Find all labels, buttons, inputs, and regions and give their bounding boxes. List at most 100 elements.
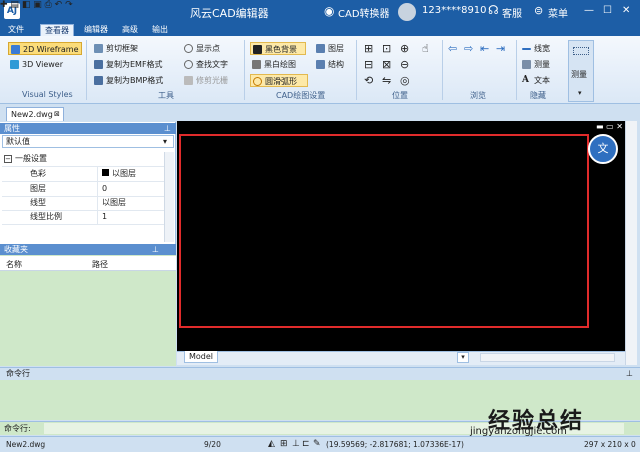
- open-icon[interactable]: ▤: [10, 0, 19, 10]
- pin-icon[interactable]: ⊥: [626, 368, 633, 380]
- property-row[interactable]: 图层 0: [2, 182, 164, 197]
- show-points-button[interactable]: 显示点: [182, 42, 220, 55]
- center-icon[interactable]: ⊠: [382, 58, 391, 71]
- tab-viewer[interactable]: 查看器: [40, 24, 74, 36]
- bw-drawing-button[interactable]: 黑白绘图: [250, 58, 296, 71]
- fit-icon[interactable]: ⊞: [364, 42, 373, 55]
- orbit-icon[interactable]: ◎: [400, 74, 410, 87]
- measure-large-label: 测量: [571, 70, 587, 79]
- arrow-right-icon[interactable]: ⇨: [464, 42, 473, 55]
- 2d-wireframe-label: 2D Wireframe: [23, 45, 79, 54]
- section-row[interactable]: − 一般设置: [2, 152, 164, 167]
- canvas-window-controls[interactable]: ▬ ▭ ✕: [596, 122, 623, 131]
- save-all-icon[interactable]: ▣: [33, 0, 42, 10]
- pin-icon[interactable]: ⊥: [152, 244, 159, 255]
- find-text-button[interactable]: 查找文字: [182, 58, 228, 71]
- maximize-button[interactable]: ☐: [603, 5, 612, 16]
- clip-frame-button[interactable]: 剪切框架: [92, 42, 138, 55]
- collapse-icon[interactable]: −: [4, 155, 12, 163]
- tab-output[interactable]: 输出: [148, 24, 172, 36]
- text-a-icon: A: [522, 75, 529, 85]
- 3d-viewer-button[interactable]: 3D Viewer: [8, 58, 63, 71]
- property-value: 以图层: [102, 198, 126, 207]
- horizontal-scrollbar[interactable]: [480, 353, 615, 362]
- command-header: 命令行 ⊥: [0, 367, 640, 380]
- properties-scrollbar[interactable]: [164, 152, 174, 242]
- property-row[interactable]: 线型 以图层: [2, 196, 164, 211]
- redo-icon[interactable]: ↷: [65, 0, 73, 10]
- favorites-col-name[interactable]: 名称: [6, 259, 22, 270]
- polar-icon[interactable]: ⊏: [302, 437, 310, 452]
- pan-hand-icon[interactable]: ☝: [422, 42, 429, 55]
- layers-button[interactable]: 图层: [314, 42, 344, 55]
- trim-raster-button[interactable]: 修剪光栅: [182, 74, 228, 87]
- status-bar: New2.dwg 9/20 ◭ ⊞ ⊥ ⊏ ✎ (19.59569; -2.81…: [0, 436, 640, 452]
- prev-page-icon[interactable]: ⇤: [480, 42, 489, 55]
- mirror-icon[interactable]: ⇋: [382, 74, 391, 87]
- save-icon[interactable]: ◧: [22, 0, 31, 10]
- favorites-column-header: 名称 路径: [0, 256, 176, 271]
- snap-icon[interactable]: ◭: [268, 437, 275, 452]
- window-title: 风云CAD编辑器: [190, 7, 269, 20]
- menu-icon: ⊜: [534, 4, 544, 17]
- window-zoom-icon[interactable]: ⊡: [382, 42, 391, 55]
- linewidth-icon: [522, 48, 531, 50]
- command-title: 命令行: [6, 369, 30, 378]
- black-background-button[interactable]: 黑色背景: [250, 42, 306, 55]
- favorites-col-path[interactable]: 路径: [92, 259, 108, 270]
- 3d-cube-icon: [10, 60, 19, 69]
- measure-large-button[interactable]: 测量 ▾: [568, 40, 594, 102]
- rotate-icon[interactable]: ⟲: [364, 74, 373, 87]
- document-tab[interactable]: New2.dwg ⊠: [6, 107, 64, 121]
- copy-icon: [94, 76, 103, 85]
- structure-button[interactable]: 结构: [314, 58, 344, 71]
- properties-selector[interactable]: 默认值 ▾: [2, 135, 174, 148]
- layout-menu-icon[interactable]: ▾: [457, 352, 469, 363]
- tab-editor[interactable]: 编辑器: [80, 24, 112, 36]
- extents-icon[interactable]: ⊟: [364, 58, 373, 71]
- zoom-in-icon[interactable]: ⊕: [400, 42, 409, 55]
- pin-icon[interactable]: ⊥: [164, 123, 171, 134]
- property-row[interactable]: 色彩 以图层: [2, 167, 164, 182]
- copy-emf-button[interactable]: 复制为EMF格式: [92, 58, 163, 71]
- grid-icon[interactable]: ⊞: [280, 437, 288, 452]
- favorites-header: 收藏夹 ⊥: [0, 244, 176, 255]
- next-page-icon[interactable]: ⇥: [496, 42, 505, 55]
- browse-group-label: 浏览: [470, 91, 486, 100]
- tab-advanced[interactable]: 高级: [118, 24, 142, 36]
- vertical-scrollbar[interactable]: [625, 121, 637, 365]
- properties-header: 属性 ⊥: [0, 123, 176, 134]
- linewidth-button[interactable]: 线宽: [520, 42, 550, 55]
- menu-link[interactable]: 菜单: [548, 5, 568, 20]
- new-icon[interactable]: ✚: [0, 0, 8, 10]
- 2d-wireframe-button[interactable]: 2D Wireframe: [8, 42, 82, 55]
- property-value: 以图层: [100, 167, 136, 181]
- minimize-button[interactable]: —: [584, 5, 594, 16]
- undo-icon[interactable]: ↶: [55, 0, 63, 10]
- lineweight-icon[interactable]: ✎: [313, 437, 321, 452]
- converter-link[interactable]: CAD转换器: [338, 5, 390, 20]
- text-button[interactable]: A 文本: [520, 74, 550, 87]
- arrow-left-icon[interactable]: ⇦: [448, 42, 457, 55]
- command-prompt: 命令行:: [4, 424, 31, 433]
- user-name[interactable]: 123****8910: [422, 5, 487, 16]
- print-icon[interactable]: ⎙: [45, 0, 52, 10]
- find-text-label: 查找文字: [196, 60, 228, 69]
- layers-label: 图层: [328, 44, 344, 53]
- favorites-title: 收藏夹: [4, 245, 28, 254]
- tab-file[interactable]: 文件: [4, 24, 28, 36]
- ortho-icon[interactable]: ⊥: [292, 437, 300, 452]
- position-tools: ⊞ ⊡ ⊕ ☝ ⊟ ⊠ ⊖ ⟲ ⇋ ◎: [362, 42, 438, 87]
- translate-icon[interactable]: 文: [588, 134, 618, 164]
- close-button[interactable]: ✕: [622, 5, 630, 16]
- property-row[interactable]: 线型比例 1: [2, 210, 164, 225]
- smooth-arc-button[interactable]: 圆滑弧形: [250, 74, 308, 87]
- close-icon[interactable]: ⊠: [54, 108, 60, 121]
- service-link[interactable]: 客服: [502, 5, 522, 20]
- zoom-out-icon[interactable]: ⊖: [400, 58, 409, 71]
- avatar[interactable]: [398, 3, 416, 21]
- measure-small-button[interactable]: 测量: [520, 58, 550, 71]
- model-tab[interactable]: Model: [184, 351, 218, 363]
- copy-bmp-button[interactable]: 复制为BMP格式: [92, 74, 163, 87]
- chevron-down-icon: ▾: [578, 89, 582, 97]
